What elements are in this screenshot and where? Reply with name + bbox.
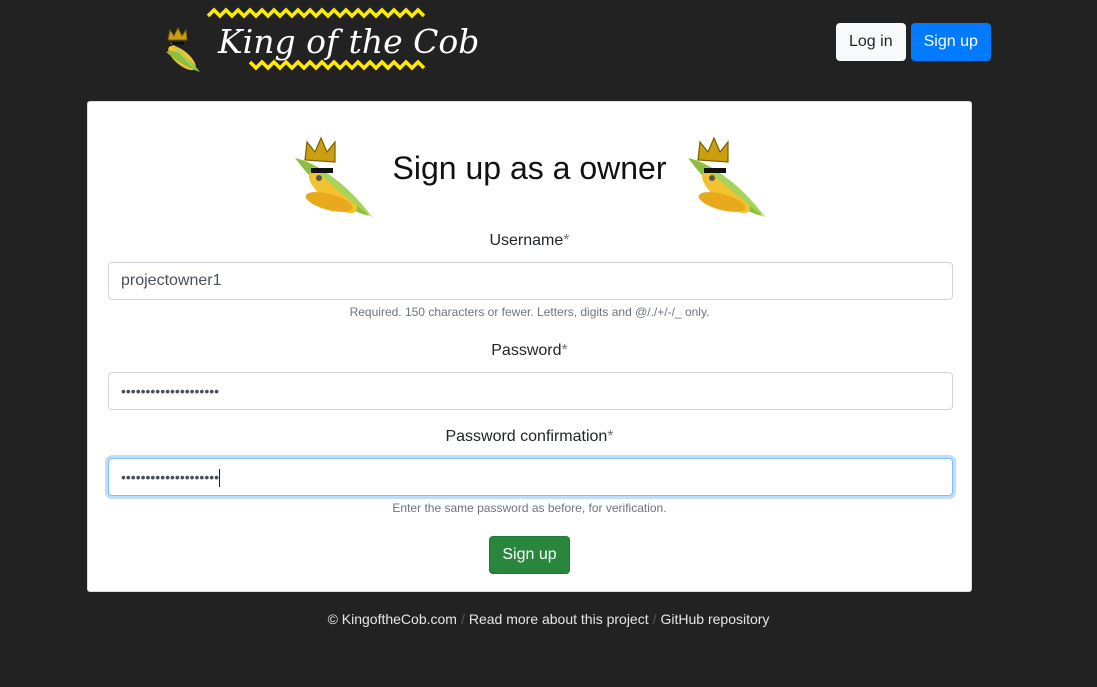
- text-cursor: [219, 468, 221, 487]
- required-marker: *: [563, 232, 570, 249]
- required-marker: *: [607, 428, 614, 445]
- password-confirmation-help: Enter the same password as before, for v…: [392, 501, 667, 515]
- footer-separator: /: [460, 611, 465, 627]
- password-value: ••••••••••••••••••••: [121, 383, 220, 399]
- signup-submit-button[interactable]: Sign up: [489, 536, 570, 574]
- username-help: Required. 150 characters or fewer. Lette…: [349, 305, 710, 319]
- password-confirmation-label-text: Password confirmation: [445, 428, 608, 445]
- heading-row: Sign up as a owner: [88, 134, 971, 224]
- password-confirmation-value: ••••••••••••••••••••: [121, 469, 220, 485]
- password-confirmation-label: Password confirmation*: [88, 428, 971, 446]
- brand-logo[interactable]: King of the Cob: [160, 6, 479, 78]
- required-marker: *: [561, 342, 568, 359]
- footer-separator: /: [652, 611, 657, 627]
- crowned-corn-icon: [688, 136, 766, 218]
- signup-nav-button[interactable]: Sign up: [910, 23, 991, 61]
- login-button[interactable]: Log in: [836, 23, 906, 61]
- submit-row: Sign up: [88, 536, 971, 574]
- username-label-text: Username: [489, 232, 564, 249]
- page-title: Sign up as a owner: [392, 150, 667, 186]
- nav-buttons: Log in Sign up: [836, 23, 991, 61]
- username-input[interactable]: projectowner1: [108, 262, 953, 300]
- username-value: projectowner1: [121, 272, 222, 289]
- github-repository-link[interactable]: GitHub repository: [661, 611, 770, 627]
- signup-card: Sign up as a owner Username* projectowne…: [87, 101, 972, 592]
- about-project-link[interactable]: Read more about this project: [469, 611, 649, 627]
- username-label: Username*: [88, 232, 971, 250]
- navbar: King of the Cob Log in Sign up: [0, 0, 1097, 90]
- footer: © KingoftheCob.com / Read more about this …: [0, 611, 1097, 627]
- copyright-text: © KingoftheCob.com: [327, 611, 457, 627]
- password-confirmation-input[interactable]: ••••••••••••••••••••: [108, 458, 953, 496]
- password-label-text: Password: [491, 342, 562, 359]
- password-label: Password*: [88, 342, 971, 360]
- password-input[interactable]: ••••••••••••••••••••: [108, 372, 953, 410]
- logo-text: King of the Cob: [218, 22, 480, 61]
